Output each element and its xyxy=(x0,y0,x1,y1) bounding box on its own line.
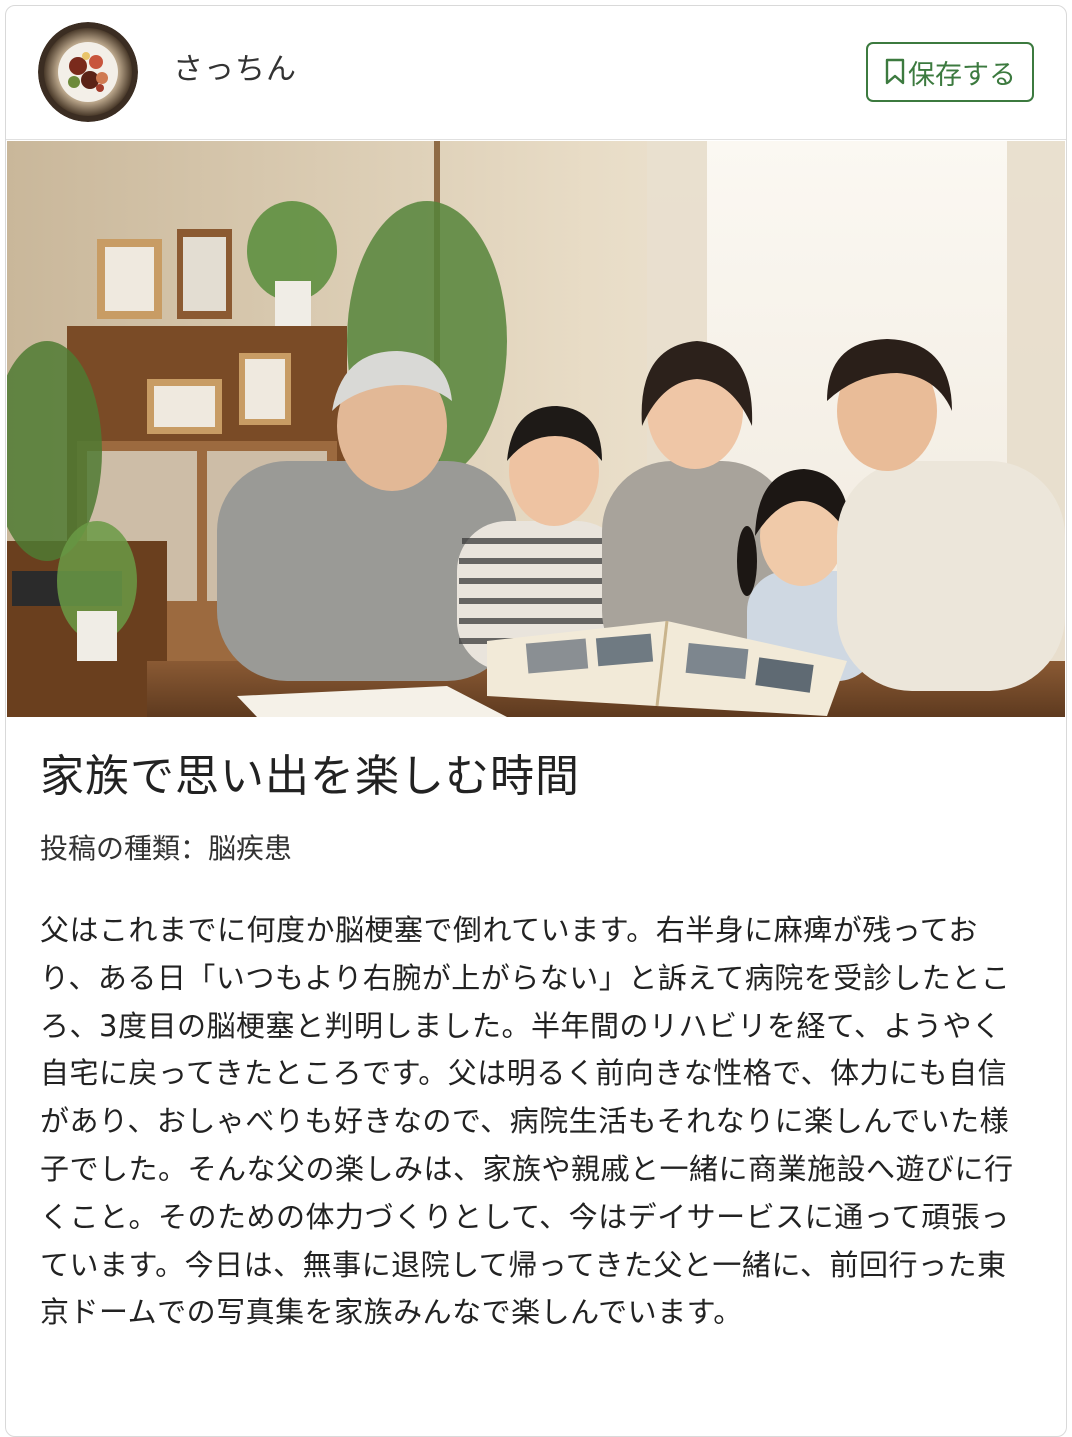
post-image xyxy=(7,141,1065,717)
avatar-image xyxy=(38,22,138,122)
post-card: さっちん 保存する 家族で思い出を楽しむ時間 投稿の種類：脳疾患 父はこれまでに… xyxy=(5,5,1067,1437)
save-button[interactable]: 保存する xyxy=(866,42,1034,102)
author-name[interactable]: さっちん xyxy=(173,50,297,90)
post-body: 父はこれまでに何度か脳梗塞で倒れています。右半身に麻痺が残っており、ある日「いつ… xyxy=(40,913,1014,1330)
save-button-label: 保存する xyxy=(908,59,1016,91)
post-type: 投稿の種類：脳疾患 xyxy=(40,832,293,865)
post-title: 家族で思い出を楽しむ時間 xyxy=(40,751,580,802)
family-photo-illustration xyxy=(7,141,1065,717)
bookmark-icon xyxy=(885,58,905,85)
avatar[interactable] xyxy=(38,22,138,122)
post-header: さっちん 保存する xyxy=(6,6,1066,140)
